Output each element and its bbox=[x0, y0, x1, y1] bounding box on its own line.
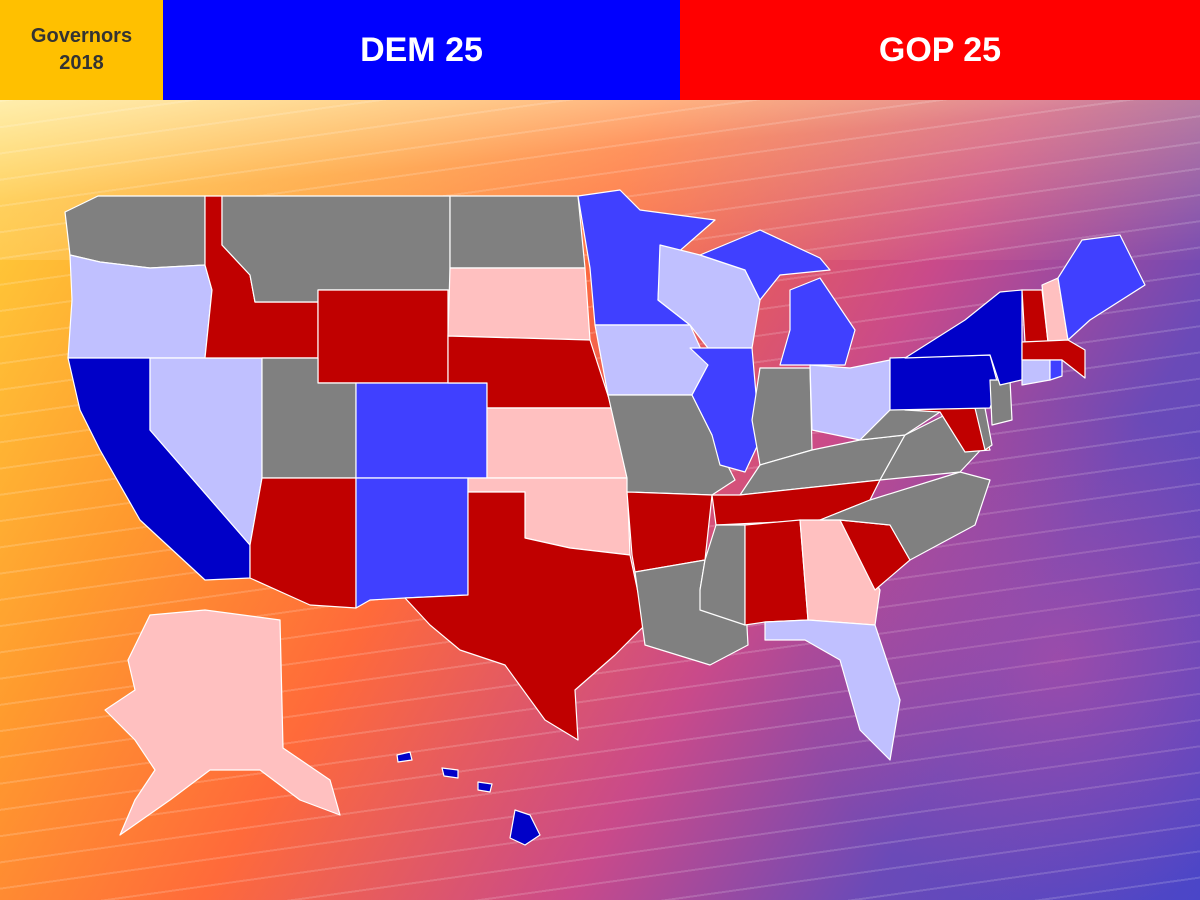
state-CT[interactable] bbox=[1021, 359, 1051, 386]
state-HI[interactable] bbox=[396, 751, 541, 846]
state-AK[interactable] bbox=[104, 609, 341, 836]
state-NM[interactable] bbox=[355, 477, 469, 609]
state-SD[interactable] bbox=[447, 267, 591, 341]
state-PA[interactable] bbox=[889, 354, 999, 411]
state-NJ[interactable] bbox=[989, 379, 1013, 426]
state-ME[interactable] bbox=[1057, 234, 1146, 341]
state-RI[interactable] bbox=[1049, 359, 1063, 381]
state-AZ[interactable] bbox=[249, 477, 357, 609]
state-AR[interactable] bbox=[626, 491, 713, 573]
state-WY[interactable] bbox=[317, 289, 449, 384]
state-ND[interactable] bbox=[449, 195, 586, 269]
state-FL[interactable] bbox=[764, 619, 901, 761]
state-MT[interactable] bbox=[221, 195, 451, 303]
state-IN[interactable] bbox=[751, 367, 813, 466]
us-governors-map bbox=[64, 189, 1146, 846]
state-CO[interactable] bbox=[355, 382, 488, 479]
state-AL[interactable] bbox=[744, 519, 809, 626]
state-WA[interactable] bbox=[64, 195, 206, 269]
state-KS[interactable] bbox=[486, 407, 628, 479]
state-IA[interactable] bbox=[594, 324, 709, 396]
state-OR[interactable] bbox=[67, 254, 213, 359]
